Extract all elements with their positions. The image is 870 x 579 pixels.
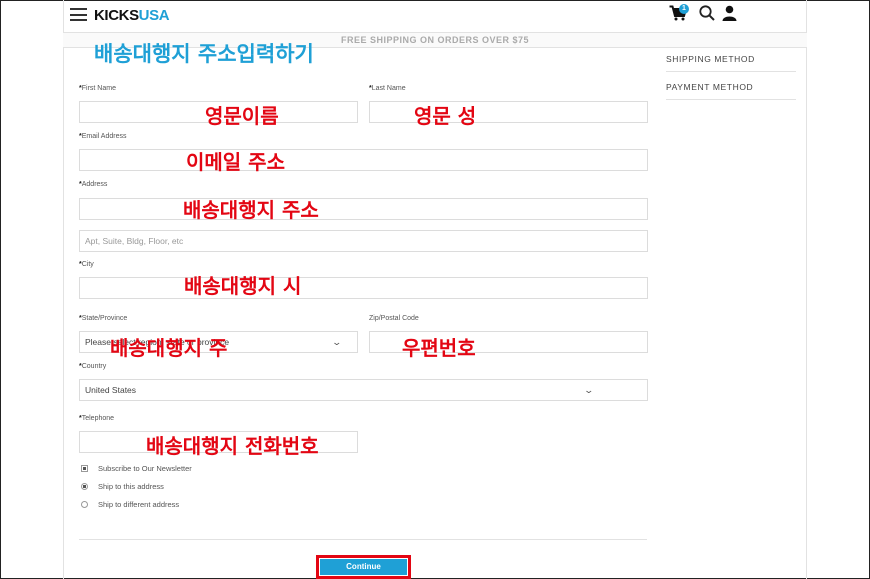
state-label: *State/Province bbox=[79, 315, 127, 322]
ship-same-label: Ship to this address bbox=[98, 482, 164, 491]
address-label-text: Address bbox=[81, 181, 108, 188]
continue-button[interactable]: Continue bbox=[320, 559, 407, 575]
address-line2-input[interactable]: Apt, Suite, Bldg, Floor, etc bbox=[79, 230, 648, 252]
address-label: *Address bbox=[79, 181, 107, 188]
telephone-label-text: Telephone bbox=[81, 415, 115, 422]
city-input[interactable] bbox=[79, 277, 648, 299]
last-name-label: *Last Name bbox=[369, 85, 406, 92]
ship-same-radio[interactable] bbox=[81, 483, 88, 490]
country-select[interactable]: United States ⌄ bbox=[79, 379, 648, 401]
logo-main: KICKS bbox=[94, 7, 139, 24]
last-name-label-text: Last Name bbox=[371, 85, 406, 92]
last-name-input[interactable] bbox=[369, 101, 648, 123]
chevron-down-icon: ⌄ bbox=[331, 337, 343, 347]
newsletter-checkbox[interactable] bbox=[81, 465, 88, 472]
first-name-label: *First Name bbox=[79, 85, 116, 92]
search-icon[interactable] bbox=[699, 5, 715, 21]
email-input[interactable] bbox=[79, 149, 648, 171]
annotation-city: 배송대행지 시 bbox=[184, 274, 302, 298]
cart-count-badge: 1 bbox=[679, 4, 689, 14]
sidebar-item-payment-method[interactable]: PAYMENT METHOD bbox=[666, 74, 796, 100]
annotation-state: 배송대행지 주 bbox=[110, 336, 228, 360]
annotation-telephone: 배송대행지 전화번호 bbox=[146, 434, 319, 458]
city-label-text: City bbox=[81, 261, 94, 268]
first-name-label-text: First Name bbox=[81, 85, 116, 92]
sidebar-item-shipping-method[interactable]: SHIPPING METHOD bbox=[666, 46, 796, 72]
ship-different-label: Ship to different address bbox=[98, 500, 180, 509]
annotation-zip: 우편번호 bbox=[402, 336, 476, 360]
annotation-email: 이메일 주소 bbox=[186, 150, 285, 174]
newsletter-label: Subscribe to Our Newsletter bbox=[98, 464, 192, 473]
annotation-address: 배송대행지 주소 bbox=[183, 198, 319, 222]
hamburger-menu-icon[interactable] bbox=[70, 8, 87, 21]
annotation-first-name: 영문이름 bbox=[205, 104, 279, 128]
chevron-down-icon: ⌄ bbox=[583, 385, 595, 395]
email-label: *Email Address bbox=[79, 133, 126, 140]
annotation-title: 배송대행지 주소입력하기 bbox=[94, 42, 314, 66]
site-logo[interactable]: KICKSUSA bbox=[94, 7, 170, 24]
zip-label: Zip/Postal Code bbox=[369, 315, 419, 322]
country-label: *Country bbox=[79, 363, 106, 370]
telephone-label: *Telephone bbox=[79, 415, 114, 422]
country-select-value: United States bbox=[85, 385, 137, 395]
site-header: KICKSUSA bbox=[63, 0, 807, 30]
email-label-text: Email Address bbox=[81, 133, 127, 140]
annotation-last-name: 영문 성 bbox=[414, 104, 477, 128]
logo-accent: USA bbox=[138, 7, 170, 24]
user-account-icon[interactable] bbox=[722, 5, 737, 21]
country-label-text: Country bbox=[81, 363, 107, 370]
ship-different-radio[interactable] bbox=[81, 501, 88, 508]
city-label: *City bbox=[79, 261, 94, 268]
state-label-text: State/Province bbox=[81, 315, 128, 322]
address-line1-input[interactable] bbox=[79, 198, 648, 220]
form-divider bbox=[79, 539, 647, 540]
